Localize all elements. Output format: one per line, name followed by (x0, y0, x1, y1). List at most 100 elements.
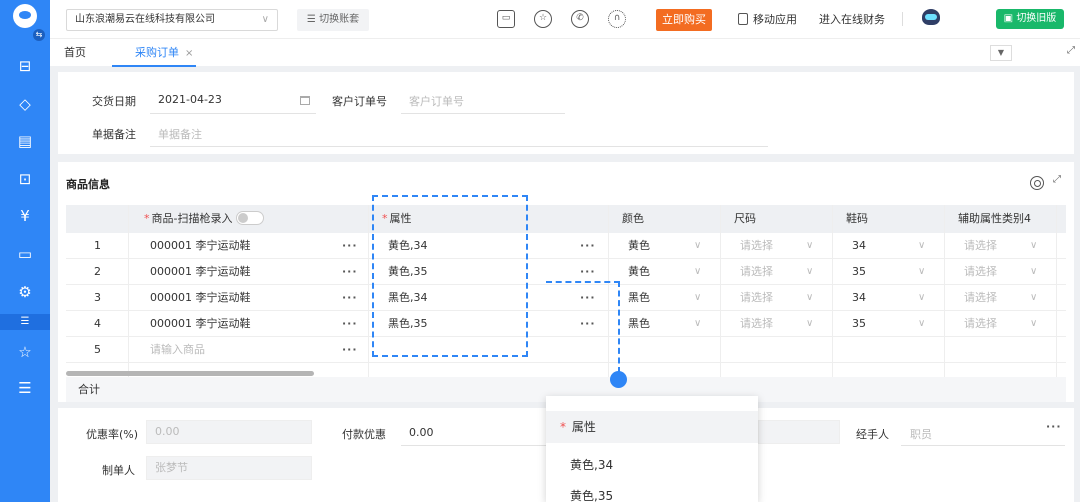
list-icon: ☰ (306, 14, 320, 25)
product-cell[interactable]: 000001 李宁运动鞋 (150, 233, 251, 259)
col-aux-attr-header: 辅助属性类别4 (958, 212, 1031, 225)
popup-option[interactable]: 黄色,34 (570, 456, 613, 473)
more-icon[interactable]: ··· (580, 233, 596, 259)
shoe-size-select[interactable]: 34 (852, 233, 866, 259)
tabs-dropdown-button[interactable]: ▼ (990, 45, 1012, 61)
chevron-down-icon: ∨ (1030, 318, 1038, 329)
customer-order-input[interactable]: 客户订单号 (409, 93, 464, 109)
company-select[interactable]: 山东浪潮易云在线科技有限公司 ∨ (66, 9, 278, 31)
delivery-date-input[interactable]: 2021-04-23 (158, 93, 222, 106)
size-select[interactable]: 请选择 (740, 233, 773, 259)
color-select[interactable]: 黑色 (628, 311, 650, 337)
aux-attr-select[interactable]: 请选择 (964, 285, 997, 311)
customer-order-label: 客户订单号 (332, 95, 387, 108)
scan-toggle[interactable] (236, 211, 265, 225)
color-select[interactable]: 黑色 (628, 285, 650, 311)
shoe-size-select[interactable]: 35 (852, 311, 866, 337)
gear-icon[interactable] (1030, 176, 1044, 190)
finance-icon[interactable]: ¥ (15, 206, 35, 226)
payment-discount-input[interactable]: 0.00 (409, 426, 434, 439)
more-icon[interactable]: ··· (580, 311, 596, 337)
popup-option[interactable]: 黄色,35 (570, 487, 613, 502)
order-header-form: 交货日期 2021-04-23 客户订单号 客户订单号 单据备注 单据备注 (58, 72, 1074, 154)
size-select[interactable]: 请选择 (740, 311, 773, 337)
size-select[interactable]: 请选择 (740, 285, 773, 311)
discount-rate-input[interactable]: 0.00 (146, 420, 312, 444)
monitor-icon[interactable]: ⊟ (15, 56, 35, 76)
shoe-size-select[interactable]: 35 (852, 259, 866, 285)
table-row[interactable]: 1 000001 李宁运动鞋 ··· 黄色,34 ··· 黄色 ∨ 请选择 ∨ … (66, 233, 1066, 259)
document-icon[interactable]: ▤ (15, 131, 35, 151)
online-finance-link[interactable]: 进入在线财务 (819, 11, 885, 27)
chevron-down-icon: ∨ (694, 318, 702, 329)
tab-purchase-order[interactable]: 采购订单 × (135, 39, 195, 67)
product-cell[interactable]: 000001 李宁运动鞋 (150, 259, 251, 285)
aux-attr-select[interactable]: 请选择 (964, 233, 997, 259)
assistant-robot-icon[interactable] (922, 9, 940, 25)
more-icon[interactable]: ··· (342, 285, 358, 311)
close-icon[interactable]: × (185, 48, 193, 59)
phone-icon[interactable]: ✆ (571, 10, 589, 28)
delivery-date-underline (150, 113, 316, 114)
chevron-down-icon: ∨ (806, 318, 814, 329)
list-icon[interactable]: ☰ (0, 314, 50, 330)
more-icon[interactable]: ··· (342, 311, 358, 337)
printer-icon[interactable]: ▭ (497, 10, 515, 28)
badge-icon[interactable]: ☆ (534, 10, 552, 28)
chevron-down-icon: ∨ (806, 292, 814, 303)
callout-line (618, 281, 620, 373)
chevron-down-icon: ∨ (261, 14, 269, 25)
table-row[interactable]: 4 000001 李宁运动鞋 ··· 黑色,35 ··· 黑色 ∨ 请选择 ∨ … (66, 311, 1066, 337)
color-select[interactable]: 黄色 (628, 259, 650, 285)
more-icon[interactable]: ··· (342, 337, 358, 363)
row-number: 2 (94, 265, 101, 278)
switch-old-version-button[interactable]: ▣ 切换旧版 (996, 9, 1064, 29)
col-size-header: 尺码 (734, 212, 756, 225)
mobile-app-link[interactable]: 移动应用 (738, 11, 797, 27)
more-icon[interactable]: ··· (342, 259, 358, 285)
buy-now-button[interactable]: 立即购买 (656, 9, 712, 31)
tab-home[interactable]: 首页 (64, 39, 86, 67)
size-select[interactable]: 请选择 (740, 259, 773, 285)
more-icon[interactable]: ··· (342, 233, 358, 259)
more-icon[interactable]: ··· (580, 285, 596, 311)
calendar-icon[interactable] (300, 96, 310, 105)
product-cell[interactable]: 000001 李宁运动鞋 (150, 285, 251, 311)
handler-label: 经手人 (856, 428, 889, 441)
shoe-size-select[interactable]: 34 (852, 285, 866, 311)
table-row-new[interactable]: 5 请输入商品 ··· (66, 337, 1066, 363)
aux-attr-select[interactable]: 请选择 (964, 311, 997, 337)
switch-account-button[interactable]: ☰ 切换账套 (297, 9, 369, 31)
extra-field-input[interactable] (758, 420, 840, 444)
expand-icon[interactable]: ⤢ (1053, 174, 1061, 185)
remark-input[interactable]: 单据备注 (158, 126, 202, 142)
callout-line (546, 281, 620, 283)
menu-icon[interactable]: ☰ (15, 378, 35, 398)
star-icon[interactable]: ☆ (15, 342, 35, 362)
report-icon[interactable]: ⊡ (15, 169, 35, 189)
switch-old-label: 切换旧版 (1016, 13, 1057, 24)
table-row[interactable]: 3 000001 李宁运动鞋 ··· 黑色,34 ··· 黑色 ∨ 请选择 ∨ … (66, 285, 1066, 311)
settings-icon[interactable]: ⚙ (15, 282, 35, 302)
product-cell[interactable]: 000001 李宁运动鞋 (150, 311, 251, 337)
new-product-input[interactable]: 请输入商品 (150, 337, 205, 363)
fullscreen-icon[interactable]: ⤢ (1067, 45, 1075, 56)
col-color-header: 颜色 (622, 212, 644, 225)
mobile-icon (738, 13, 748, 25)
chevron-down-icon: ∨ (806, 266, 814, 277)
headset-icon[interactable]: ∩ (608, 10, 626, 28)
color-select[interactable]: 黄色 (628, 233, 650, 259)
tag-icon[interactable]: ◇ (15, 94, 35, 114)
col-product-label: 商品-扫描枪录入 (151, 212, 233, 225)
aux-attr-select[interactable]: 请选择 (964, 259, 997, 285)
more-icon[interactable]: ··· (1046, 414, 1062, 440)
required-mark: * (560, 420, 566, 434)
note-icon[interactable]: ▭ (15, 244, 35, 264)
horizontal-scrollbar[interactable] (66, 371, 314, 376)
handler-input[interactable]: 职员 (910, 426, 932, 442)
table-header: * 商品-扫描枪录入 * 属性 颜色 尺码 鞋码 辅助属性类别4 (66, 205, 1066, 233)
payment-discount-label: 付款优惠 (342, 428, 386, 441)
switch-account-label: 切换账套 (319, 14, 360, 25)
app-logo[interactable] (13, 4, 37, 28)
logo-badge: ⇆ (33, 29, 45, 41)
